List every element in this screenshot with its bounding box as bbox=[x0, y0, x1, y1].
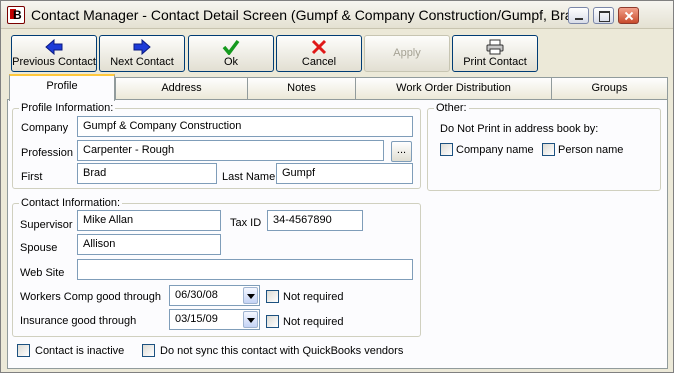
other-title: Other: bbox=[434, 102, 469, 114]
contact-manager-window: Contact Manager - Contact Detail Screen … bbox=[0, 0, 674, 373]
chevron-down-icon[interactable] bbox=[243, 311, 258, 328]
tab-work-order-distribution[interactable]: Work Order Distribution bbox=[355, 77, 552, 99]
supervisor-label: Supervisor bbox=[20, 219, 73, 231]
print-contact-label: Print Contact bbox=[463, 56, 527, 68]
spouse-field[interactable]: Allison bbox=[77, 234, 221, 255]
last-name-field[interactable]: Gumpf bbox=[276, 163, 413, 184]
person-name-checkbox[interactable] bbox=[542, 143, 555, 156]
workers-comp-not-required-checkbox[interactable] bbox=[266, 290, 279, 303]
apply-label: Apply bbox=[393, 47, 421, 59]
profile-information-title: Profile Information: bbox=[19, 102, 116, 114]
print-contact-button[interactable]: Print Contact bbox=[452, 35, 538, 72]
cancel-button[interactable]: Cancel bbox=[276, 35, 362, 72]
tax-id-label: Tax ID bbox=[230, 217, 262, 229]
apply-button[interactable]: Apply bbox=[364, 35, 450, 72]
previous-contact-button[interactable]: Previous Contact bbox=[11, 35, 97, 72]
no-sync-checkbox[interactable] bbox=[142, 344, 155, 357]
workers-comp-label: Workers Comp good through bbox=[20, 291, 162, 303]
cancel-label: Cancel bbox=[301, 56, 337, 68]
tab-notes[interactable]: Notes bbox=[247, 77, 356, 99]
ok-label: Ok bbox=[223, 56, 239, 68]
profile-tab-panel: Profile Information: Company Gumpf & Com… bbox=[7, 99, 668, 369]
tab-address[interactable]: Address bbox=[115, 77, 248, 99]
profession-browse-button[interactable]: ... bbox=[391, 141, 412, 162]
app-icon bbox=[7, 6, 25, 24]
previous-contact-label: Previous Contact bbox=[12, 56, 96, 68]
first-name-label: First bbox=[21, 171, 43, 183]
next-contact-label: Next Contact bbox=[110, 56, 174, 68]
close-button[interactable] bbox=[618, 7, 639, 24]
arrow-left-icon bbox=[45, 39, 63, 55]
red-x-icon bbox=[311, 39, 327, 55]
checkmark-icon bbox=[222, 39, 240, 55]
spouse-label: Spouse bbox=[20, 242, 58, 254]
web-site-label: Web Site bbox=[20, 267, 65, 279]
contact-information-title: Contact Information: bbox=[19, 197, 123, 209]
insurance-date-field[interactable]: 03/15/09 bbox=[169, 309, 260, 330]
company-name-checkbox[interactable] bbox=[440, 143, 453, 156]
web-site-field[interactable] bbox=[77, 259, 413, 280]
window-title: Contact Manager - Contact Detail Screen … bbox=[31, 7, 586, 23]
person-name-label: Person name bbox=[558, 144, 624, 156]
tab-profile[interactable]: Profile bbox=[9, 74, 115, 101]
minimize-button[interactable] bbox=[568, 7, 589, 24]
chevron-down-icon[interactable] bbox=[243, 287, 258, 304]
tab-groups[interactable]: Groups bbox=[551, 77, 668, 99]
company-name-label: Company name bbox=[456, 144, 534, 156]
do-not-print-label: Do Not Print in address book by: bbox=[440, 123, 599, 135]
contact-inactive-label: Contact is inactive bbox=[35, 345, 125, 357]
supervisor-field[interactable]: Mike Allan bbox=[77, 210, 221, 231]
profession-label: Profession bbox=[21, 147, 73, 159]
no-sync-label: Do not sync this contact with QuickBooks… bbox=[160, 345, 404, 357]
company-field[interactable]: Gumpf & Company Construction bbox=[77, 116, 413, 137]
insurance-date-value: 03/15/09 bbox=[175, 313, 218, 325]
tax-id-field[interactable]: 34-4567890 bbox=[267, 210, 363, 231]
printer-icon bbox=[486, 39, 504, 55]
contact-inactive-checkbox[interactable] bbox=[17, 344, 30, 357]
insurance-not-required-label: Not required bbox=[283, 316, 344, 328]
first-name-field[interactable]: Brad bbox=[77, 163, 217, 184]
profession-field[interactable]: Carpenter - Rough bbox=[77, 140, 384, 161]
workers-comp-date-field[interactable]: 06/30/08 bbox=[169, 285, 260, 306]
company-label: Company bbox=[21, 122, 69, 134]
insurance-label: Insurance good through bbox=[20, 315, 137, 327]
next-contact-button[interactable]: Next Contact bbox=[99, 35, 185, 72]
last-name-label: Last Name bbox=[222, 171, 276, 183]
arrow-right-icon bbox=[133, 39, 151, 55]
workers-comp-not-required-label: Not required bbox=[283, 291, 344, 303]
workers-comp-date-value: 06/30/08 bbox=[175, 289, 218, 301]
insurance-not-required-checkbox[interactable] bbox=[266, 315, 279, 328]
title-bar: Contact Manager - Contact Detail Screen … bbox=[1, 1, 673, 29]
ok-button[interactable]: Ok bbox=[188, 35, 274, 72]
maximize-button[interactable] bbox=[593, 7, 614, 24]
